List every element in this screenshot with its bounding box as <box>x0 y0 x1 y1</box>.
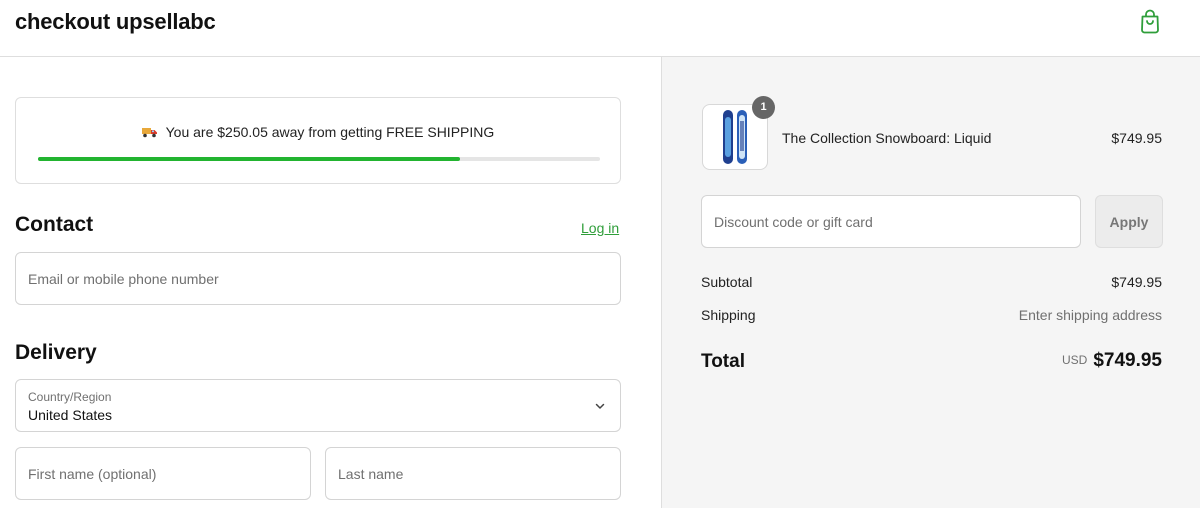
contact-heading: Contact <box>15 213 94 236</box>
quantity-badge: 1 <box>752 96 775 119</box>
total-value-group: USD $749.95 <box>1062 350 1162 372</box>
country-select[interactable]: Country/Region United States <box>15 379 621 432</box>
shipping-value: Enter shipping address <box>1018 307 1162 323</box>
apply-discount-button[interactable]: Apply <box>1095 195 1163 248</box>
shipping-progress-fill <box>38 157 460 161</box>
free-shipping-message: You are $250.05 away from getting FREE S… <box>165 124 495 140</box>
login-link[interactable]: Log in <box>581 220 619 236</box>
subtotal-value: $749.95 <box>1111 274 1162 290</box>
shipping-label: Shipping <box>701 307 756 323</box>
discount-code-input[interactable] <box>702 196 1080 247</box>
first-name-field[interactable] <box>15 447 311 500</box>
currency-code: USD <box>1061 353 1088 367</box>
product-name: The Collection Snowboard: Liquid <box>782 130 992 146</box>
total-amount: $749.95 <box>1093 350 1162 371</box>
delivery-heading: Delivery <box>15 341 97 364</box>
last-name-field[interactable] <box>325 447 621 500</box>
country-label: Country/Region <box>28 390 112 404</box>
order-summary-panel: 1 The Collection Snowboard: Liquid $749.… <box>661 57 1200 508</box>
product-price: $749.95 <box>1111 130 1162 146</box>
total-label: Total <box>701 351 745 372</box>
first-name-input[interactable] <box>16 448 310 499</box>
store-name[interactable]: checkout upsellabc <box>15 9 216 35</box>
header: checkout upsellabc <box>0 0 1200 57</box>
shopping-bag-icon[interactable] <box>1138 9 1162 35</box>
shipping-progress-bar <box>38 157 600 161</box>
free-shipping-banner: You are $250.05 away from getting FREE S… <box>15 97 621 184</box>
subtotal-label: Subtotal <box>701 274 753 290</box>
checkout-form-panel: You are $250.05 away from getting FREE S… <box>0 57 661 508</box>
email-input[interactable] <box>16 253 620 304</box>
truck-icon <box>141 124 162 140</box>
country-value: United States <box>28 407 113 423</box>
last-name-input[interactable] <box>326 448 620 499</box>
discount-code-field[interactable] <box>701 195 1081 248</box>
chevron-down-icon <box>595 403 605 409</box>
email-field[interactable] <box>15 252 621 305</box>
